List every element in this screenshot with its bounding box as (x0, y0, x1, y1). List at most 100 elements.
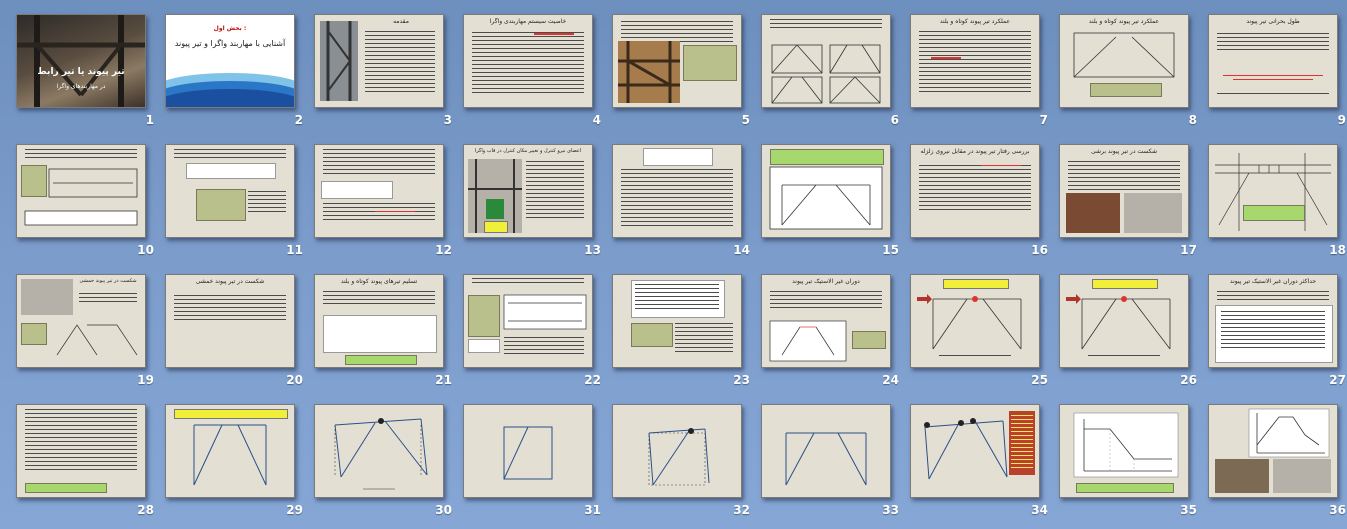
slide-number: 30 (435, 503, 452, 517)
slide-thumbnail[interactable]: حداکثر دوران غیر الاستیک تیر پیوند (1208, 274, 1338, 368)
slide-thumbnail[interactable] (612, 274, 742, 368)
slide-thumbnail[interactable] (910, 404, 1040, 498)
slide-thumbnail[interactable]: شکست در تیر پیوند برشی (1059, 144, 1189, 238)
slide-33[interactable]: 33 (761, 404, 903, 528)
slide-number: 21 (435, 373, 452, 387)
slide-16[interactable]: بررسی رفتار تیر پیوند در مقابل نیروی زلز… (910, 144, 1052, 268)
slide-thumbnail[interactable] (463, 404, 593, 498)
highlight-mark (931, 57, 961, 59)
slide-28[interactable]: 28 (16, 404, 158, 528)
slide-thumbnail[interactable]: طول بحرانی تیر پیوند (1208, 14, 1338, 108)
slide-31[interactable]: 31 (463, 404, 605, 528)
slide-thumbnail[interactable] (314, 144, 444, 238)
slide-23[interactable]: 23 (612, 274, 754, 398)
slide-text-lines (323, 203, 435, 223)
deformation-diagram (917, 294, 1022, 350)
slide-thumbnail[interactable]: بررسی رفتار تیر پیوند در مقابل نیروی زلز… (910, 144, 1040, 238)
slide-thumbnail[interactable]: تیر پیوند یا تیر رابط در مهاربندهای واگر… (16, 14, 146, 108)
slide-32[interactable]: 32 (612, 404, 754, 528)
slide-18[interactable]: 18 (1208, 144, 1347, 268)
highlight-mark (375, 211, 415, 212)
slide-4[interactable]: خاصیت سیستم مهاربندی واگرا 4 (463, 14, 605, 138)
slide-36[interactable]: 36 (1208, 404, 1347, 528)
highlight-box (484, 221, 508, 233)
slide-number: 15 (882, 243, 899, 257)
slide-thumbnail[interactable] (910, 274, 1040, 368)
slide-thumbnail[interactable]: مقدمه (314, 14, 444, 108)
slide-text-lines (939, 355, 1011, 359)
slide-photo (1215, 459, 1269, 493)
slide-35[interactable]: 35 (1059, 404, 1201, 528)
slide-number: 24 (882, 373, 899, 387)
frame-diagram (503, 426, 553, 480)
slide-3[interactable]: مقدمه 3 (314, 14, 456, 138)
slide-9[interactable]: طول بحرانی تیر پیوند 9 (1208, 14, 1347, 138)
slide-thumbnail[interactable] (612, 144, 742, 238)
slide-17[interactable]: شکست در تیر پیوند برشی 17 (1059, 144, 1201, 268)
slide-text-lines (1217, 93, 1329, 97)
slide-thumbnail[interactable] (612, 14, 742, 108)
slide-thumbnail[interactable]: شکست در تیر پیوند خمشی (165, 274, 295, 368)
slide-title: عملکرد تیر پیوند کوتاه و بلند (939, 18, 1011, 25)
slide-thumbnail[interactable]: عملکرد تیر پیوند کوتاه و بلند (1059, 14, 1189, 108)
slide-34[interactable]: 34 (910, 404, 1052, 528)
slide-11[interactable]: 11 (165, 144, 307, 268)
slide-24[interactable]: دوران غیر الاستیک تیر پیوند 24 (761, 274, 903, 398)
slide-15[interactable]: 15 (761, 144, 903, 268)
slide-thumbnail[interactable]: دوران غیر الاستیک تیر پیوند (761, 274, 891, 368)
slide-2[interactable]: بخش اول : آشنایی با مهاربند واگرا و تیر … (165, 14, 307, 138)
slide-thumbnail[interactable] (16, 144, 146, 238)
rotation-diagram (769, 320, 847, 362)
slide-5[interactable]: 5 (612, 14, 754, 138)
slide-thumbnail[interactable] (761, 404, 891, 498)
slide-number: 7 (1039, 113, 1048, 127)
eccentric-frame-diagram (193, 424, 267, 486)
slide-thumbnail[interactable] (1059, 274, 1189, 368)
slide-22[interactable]: 22 (463, 274, 605, 398)
slide-number: 4 (592, 113, 601, 127)
slide-7[interactable]: عملکرد تیر پیوند کوتاه و بلند 7 (910, 14, 1052, 138)
slide-text-lines (248, 191, 286, 215)
slide-thumbnail[interactable] (165, 404, 295, 498)
slide-20[interactable]: شکست در تیر پیوند خمشی 20 (165, 274, 307, 398)
slide-text-lines (621, 169, 733, 229)
slide-thumbnail[interactable] (1208, 404, 1338, 498)
slide-title: آشنایی با مهاربند واگرا و تیر پیوند (174, 39, 286, 48)
slide-13[interactable]: اعضای نیرو کنترل و تغییر مکان کنترل در ق… (463, 144, 605, 268)
slide-10[interactable]: 10 (16, 144, 158, 268)
slide-number: 1 (145, 113, 154, 127)
slide-thumbnail[interactable]: خاصیت سیستم مهاربندی واگرا (463, 14, 593, 108)
slide-thumbnail[interactable] (314, 404, 444, 498)
slide-number: 32 (733, 503, 750, 517)
slide-8[interactable]: عملکرد تیر پیوند کوتاه و بلند 8 (1059, 14, 1201, 138)
slide-1[interactable]: تیر پیوند یا تیر رابط در مهاربندهای واگر… (16, 14, 158, 138)
slide-thumbnail[interactable] (1208, 144, 1338, 238)
slide-thumbnail[interactable] (612, 404, 742, 498)
slide-26[interactable]: 26 (1059, 274, 1201, 398)
slide-14[interactable]: 14 (612, 144, 754, 268)
slide-27[interactable]: حداکثر دوران غیر الاستیک تیر پیوند 27 (1208, 274, 1347, 398)
slide-number: 16 (1031, 243, 1048, 257)
slide-thumbnail[interactable]: اعضای نیرو کنترل و تغییر مکان کنترل در ق… (463, 144, 593, 238)
slide-thumbnail[interactable] (761, 144, 891, 238)
eccentric-frame-diagram (785, 432, 867, 486)
slide-text-lines (174, 295, 286, 323)
slide-thumbnail[interactable] (165, 144, 295, 238)
slide-number: 36 (1329, 503, 1346, 517)
slide-thumbnail[interactable]: شکست در تیر پیوند خمشی (16, 274, 146, 368)
formula-box (186, 163, 276, 179)
slide-thumbnail[interactable]: بخش اول : آشنایی با مهاربند واگرا و تیر … (165, 14, 295, 108)
slide-thumbnail[interactable] (463, 274, 593, 368)
slide-thumbnail[interactable]: تسلیم تیرهای پیوند کوتاه و بلند (314, 274, 444, 368)
slide-29[interactable]: 29 (165, 404, 307, 528)
slide-thumbnail[interactable] (16, 404, 146, 498)
slide-thumbnail[interactable] (1059, 404, 1189, 498)
slide-thumbnail[interactable]: عملکرد تیر پیوند کوتاه و بلند (910, 14, 1040, 108)
slide-21[interactable]: تسلیم تیرهای پیوند کوتاه و بلند 21 (314, 274, 456, 398)
slide-12[interactable]: 12 (314, 144, 456, 268)
slide-25[interactable]: 25 (910, 274, 1052, 398)
slide-6[interactable]: 6 (761, 14, 903, 138)
slide-30[interactable]: 30 (314, 404, 456, 528)
slide-19[interactable]: شکست در تیر پیوند خمشی 19 (16, 274, 158, 398)
slide-thumbnail[interactable] (761, 14, 891, 108)
